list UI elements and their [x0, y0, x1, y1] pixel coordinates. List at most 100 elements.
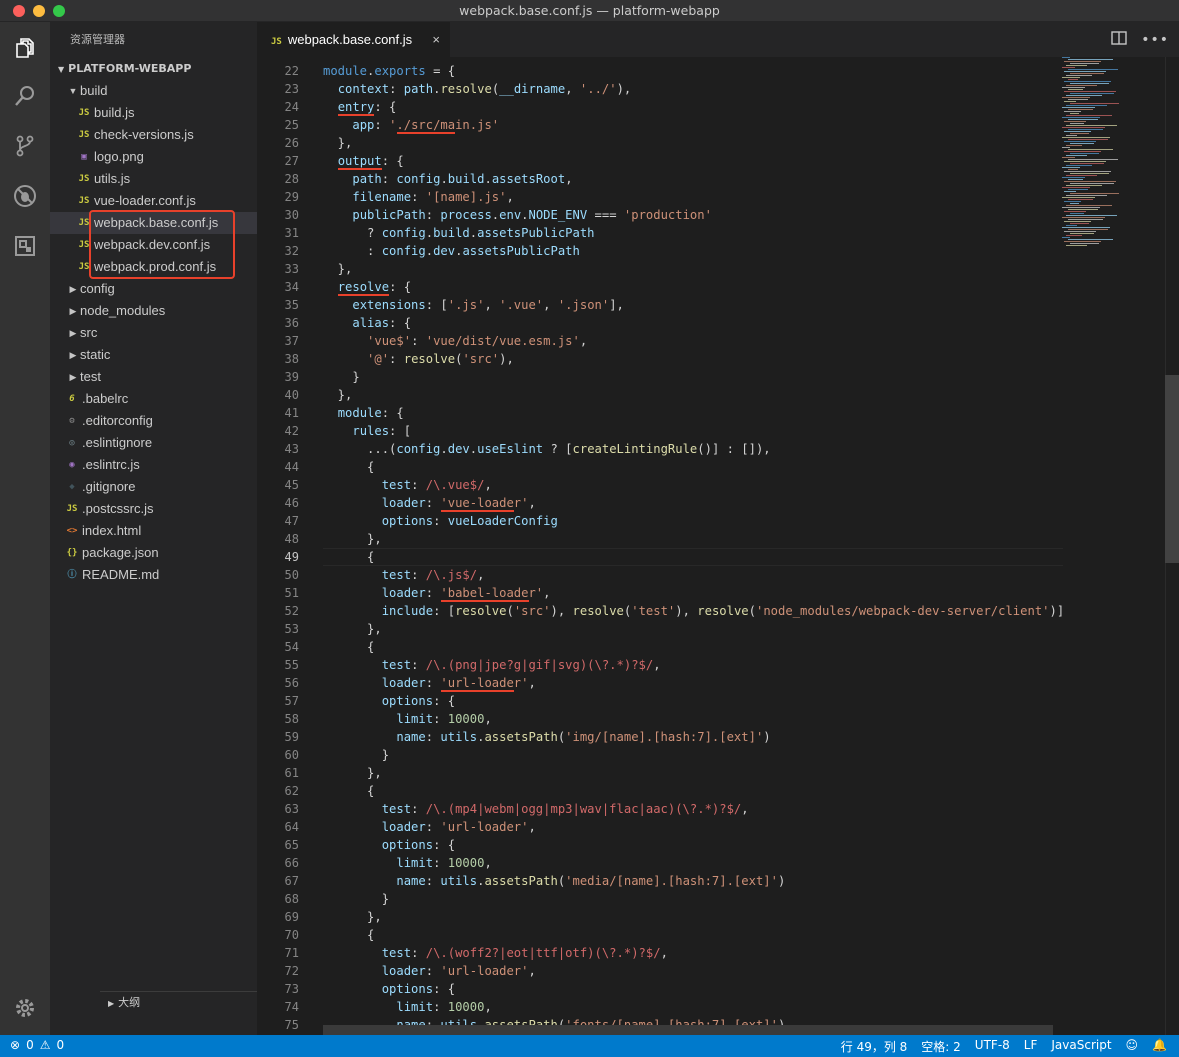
file-eslintignore[interactable]: ◎ .eslintignore — [50, 432, 257, 454]
file-postcssrc-js[interactable]: JS .postcssrc.js — [50, 498, 257, 520]
file-utils-js[interactable]: JS utils.js — [50, 168, 257, 190]
code-line[interactable]: context: path.resolve(__dirname, '../'), — [323, 80, 1113, 98]
debug-icon[interactable] — [0, 172, 50, 220]
code-line[interactable]: module.exports = { — [323, 62, 1113, 80]
code-line[interactable]: { — [323, 782, 1113, 800]
code-line[interactable]: { — [323, 548, 1113, 566]
explorer-icon[interactable] — [0, 24, 50, 72]
code-line[interactable]: filename: '[name].js', — [323, 188, 1113, 206]
minimap-line — [1064, 181, 1116, 182]
file-gitignore[interactable]: ◆ .gitignore — [50, 476, 257, 498]
code-line[interactable]: alias: { — [323, 314, 1113, 332]
code-line[interactable]: resolve: { — [323, 278, 1113, 296]
feedback-icon[interactable]: ☺ — [1126, 1038, 1139, 1055]
code-line[interactable]: }, — [323, 260, 1113, 278]
code-line[interactable]: limit: 10000, — [323, 854, 1113, 872]
code-line[interactable]: options: { — [323, 692, 1113, 710]
code-line[interactable]: test: /\.(png|jpe?g|gif|svg)(\?.*)?$/, — [323, 656, 1113, 674]
code-line[interactable]: loader: 'url-loader', — [323, 818, 1113, 836]
code-line[interactable]: }, — [323, 620, 1113, 638]
code-line[interactable]: } — [323, 746, 1113, 764]
code-area[interactable]: module.exports = { context: path.resolve… — [323, 62, 1113, 1034]
code-line[interactable]: name: utils.assetsPath('media/[name].[ha… — [323, 872, 1113, 890]
file-check-versions-js[interactable]: JS check-versions.js — [50, 124, 257, 146]
file-vue-loader-conf-js[interactable]: JS vue-loader.conf.js — [50, 190, 257, 212]
code-line[interactable]: include: [resolve('src'), resolve('test'… — [323, 602, 1113, 620]
more-icon[interactable]: ••• — [1141, 32, 1169, 48]
code-line[interactable]: limit: 10000, — [323, 710, 1113, 728]
extensions-icon[interactable] — [0, 222, 50, 270]
code-line[interactable]: path: config.build.assetsRoot, — [323, 170, 1113, 188]
file-build-js[interactable]: JS build.js — [50, 102, 257, 124]
file-package-json[interactable]: {} package.json — [50, 542, 257, 564]
split-editor-icon[interactable] — [1111, 30, 1127, 49]
code-line[interactable]: ? config.build.assetsPublicPath — [323, 224, 1113, 242]
scrollbar-thumb[interactable] — [1165, 375, 1179, 563]
code-line[interactable]: options: { — [323, 836, 1113, 854]
file-webpack-prod-conf-js[interactable]: JS webpack.prod.conf.js — [50, 256, 257, 278]
code-line[interactable]: test: /\.vue$/, — [323, 476, 1113, 494]
code-line[interactable]: module: { — [323, 404, 1113, 422]
code-line[interactable]: entry: { — [323, 98, 1113, 116]
code-line[interactable]: ...(config.dev.useEslint ? [createLintin… — [323, 440, 1113, 458]
file-babelrc[interactable]: 6 .babelrc — [50, 388, 257, 410]
notification-bell-icon[interactable]: 🔔 — [1152, 1038, 1167, 1055]
code-line[interactable]: { — [323, 926, 1113, 944]
outline-section-header[interactable]: ▶ 大纲 — [100, 991, 257, 1013]
code-line[interactable]: { — [323, 638, 1113, 656]
code-line[interactable]: { — [323, 458, 1113, 476]
code-line[interactable]: }, — [323, 908, 1113, 926]
cursor-position[interactable]: 行 49，列 8 — [841, 1038, 908, 1055]
folder-build[interactable]: ▼ build — [50, 80, 257, 102]
code-line[interactable]: } — [323, 368, 1113, 386]
code-line[interactable]: '@': resolve('src'), — [323, 350, 1113, 368]
folder-test[interactable]: ▶ test — [50, 366, 257, 388]
folder-src[interactable]: ▶ src — [50, 322, 257, 344]
code-line[interactable]: }, — [323, 386, 1113, 404]
code-line[interactable]: test: /\.(woff2?|eot|ttf|otf)(\?.*)?$/, — [323, 944, 1113, 962]
code-line[interactable]: publicPath: process.env.NODE_ENV === 'pr… — [323, 206, 1113, 224]
code-line[interactable]: loader: 'url-loader', — [323, 962, 1113, 980]
code-editor[interactable]: 22 23 24 25 26 27 28 29 30 31 32 33 34 35 36 37 38 39 40 41… — [257, 57, 1179, 1035]
code-line[interactable]: limit: 10000, — [323, 998, 1113, 1016]
folder-config[interactable]: ▶ config — [50, 278, 257, 300]
code-line[interactable]: : config.dev.assetsPublicPath — [323, 242, 1113, 260]
encoding[interactable]: UTF-8 — [975, 1038, 1010, 1055]
vertical-scrollbar[interactable] — [1165, 57, 1179, 1035]
code-line[interactable]: }, — [323, 764, 1113, 782]
folder-node-modules[interactable]: ▶ node_modules — [50, 300, 257, 322]
file-webpack-dev-conf-js[interactable]: JS webpack.dev.conf.js — [50, 234, 257, 256]
tab-webpack-base-conf[interactable]: JS webpack.base.conf.js × — [257, 22, 450, 57]
problems-indicator[interactable]: ⊗ 0 ⚠ 0 — [10, 1038, 64, 1052]
code-line[interactable]: rules: [ — [323, 422, 1113, 440]
minimap[interactable] — [1062, 57, 1162, 247]
language-mode[interactable]: JavaScript — [1051, 1038, 1111, 1055]
gear-icon[interactable] — [0, 984, 50, 1032]
file-index-html[interactable]: <> index.html — [50, 520, 257, 542]
code-line[interactable]: options: vueLoaderConfig — [323, 512, 1113, 530]
folder-static[interactable]: ▶ static — [50, 344, 257, 366]
indentation[interactable]: 空格: 2 — [921, 1038, 961, 1055]
file-eslintrc-js[interactable]: ◉ .eslintrc.js — [50, 454, 257, 476]
file-readme-md[interactable]: ⓘ README.md — [50, 564, 257, 586]
file-editorconfig[interactable]: ⚙ .editorconfig — [50, 410, 257, 432]
code-line[interactable]: name: utils.assetsPath('img/[name].[hash… — [323, 728, 1113, 746]
code-line[interactable]: }, — [323, 134, 1113, 152]
code-line[interactable]: 'vue$': 'vue/dist/vue.esm.js', — [323, 332, 1113, 350]
code-line[interactable]: test: /\.js$/, — [323, 566, 1113, 584]
code-line[interactable]: options: { — [323, 980, 1113, 998]
code-line[interactable]: output: { — [323, 152, 1113, 170]
code-line[interactable]: } — [323, 890, 1113, 908]
search-icon[interactable] — [0, 72, 50, 120]
file-logo-png[interactable]: ▣ logo.png — [50, 146, 257, 168]
horizontal-scrollbar[interactable] — [323, 1025, 1053, 1035]
project-section-header[interactable]: ▼ PLATFORM-WEBAPP — [50, 58, 257, 80]
code-line[interactable]: extensions: ['.js', '.vue', '.json'], — [323, 296, 1113, 314]
close-icon[interactable]: × — [432, 22, 440, 57]
code-line[interactable]: }, — [323, 530, 1113, 548]
code-line[interactable]: test: /\.(mp4|webm|ogg|mp3|wav|flac|aac)… — [323, 800, 1113, 818]
line-number: 59 — [284, 730, 299, 744]
source-control-icon[interactable] — [0, 122, 50, 170]
file-webpack-base-conf-js[interactable]: JS webpack.base.conf.js — [50, 212, 257, 234]
line-ending[interactable]: LF — [1024, 1038, 1038, 1055]
